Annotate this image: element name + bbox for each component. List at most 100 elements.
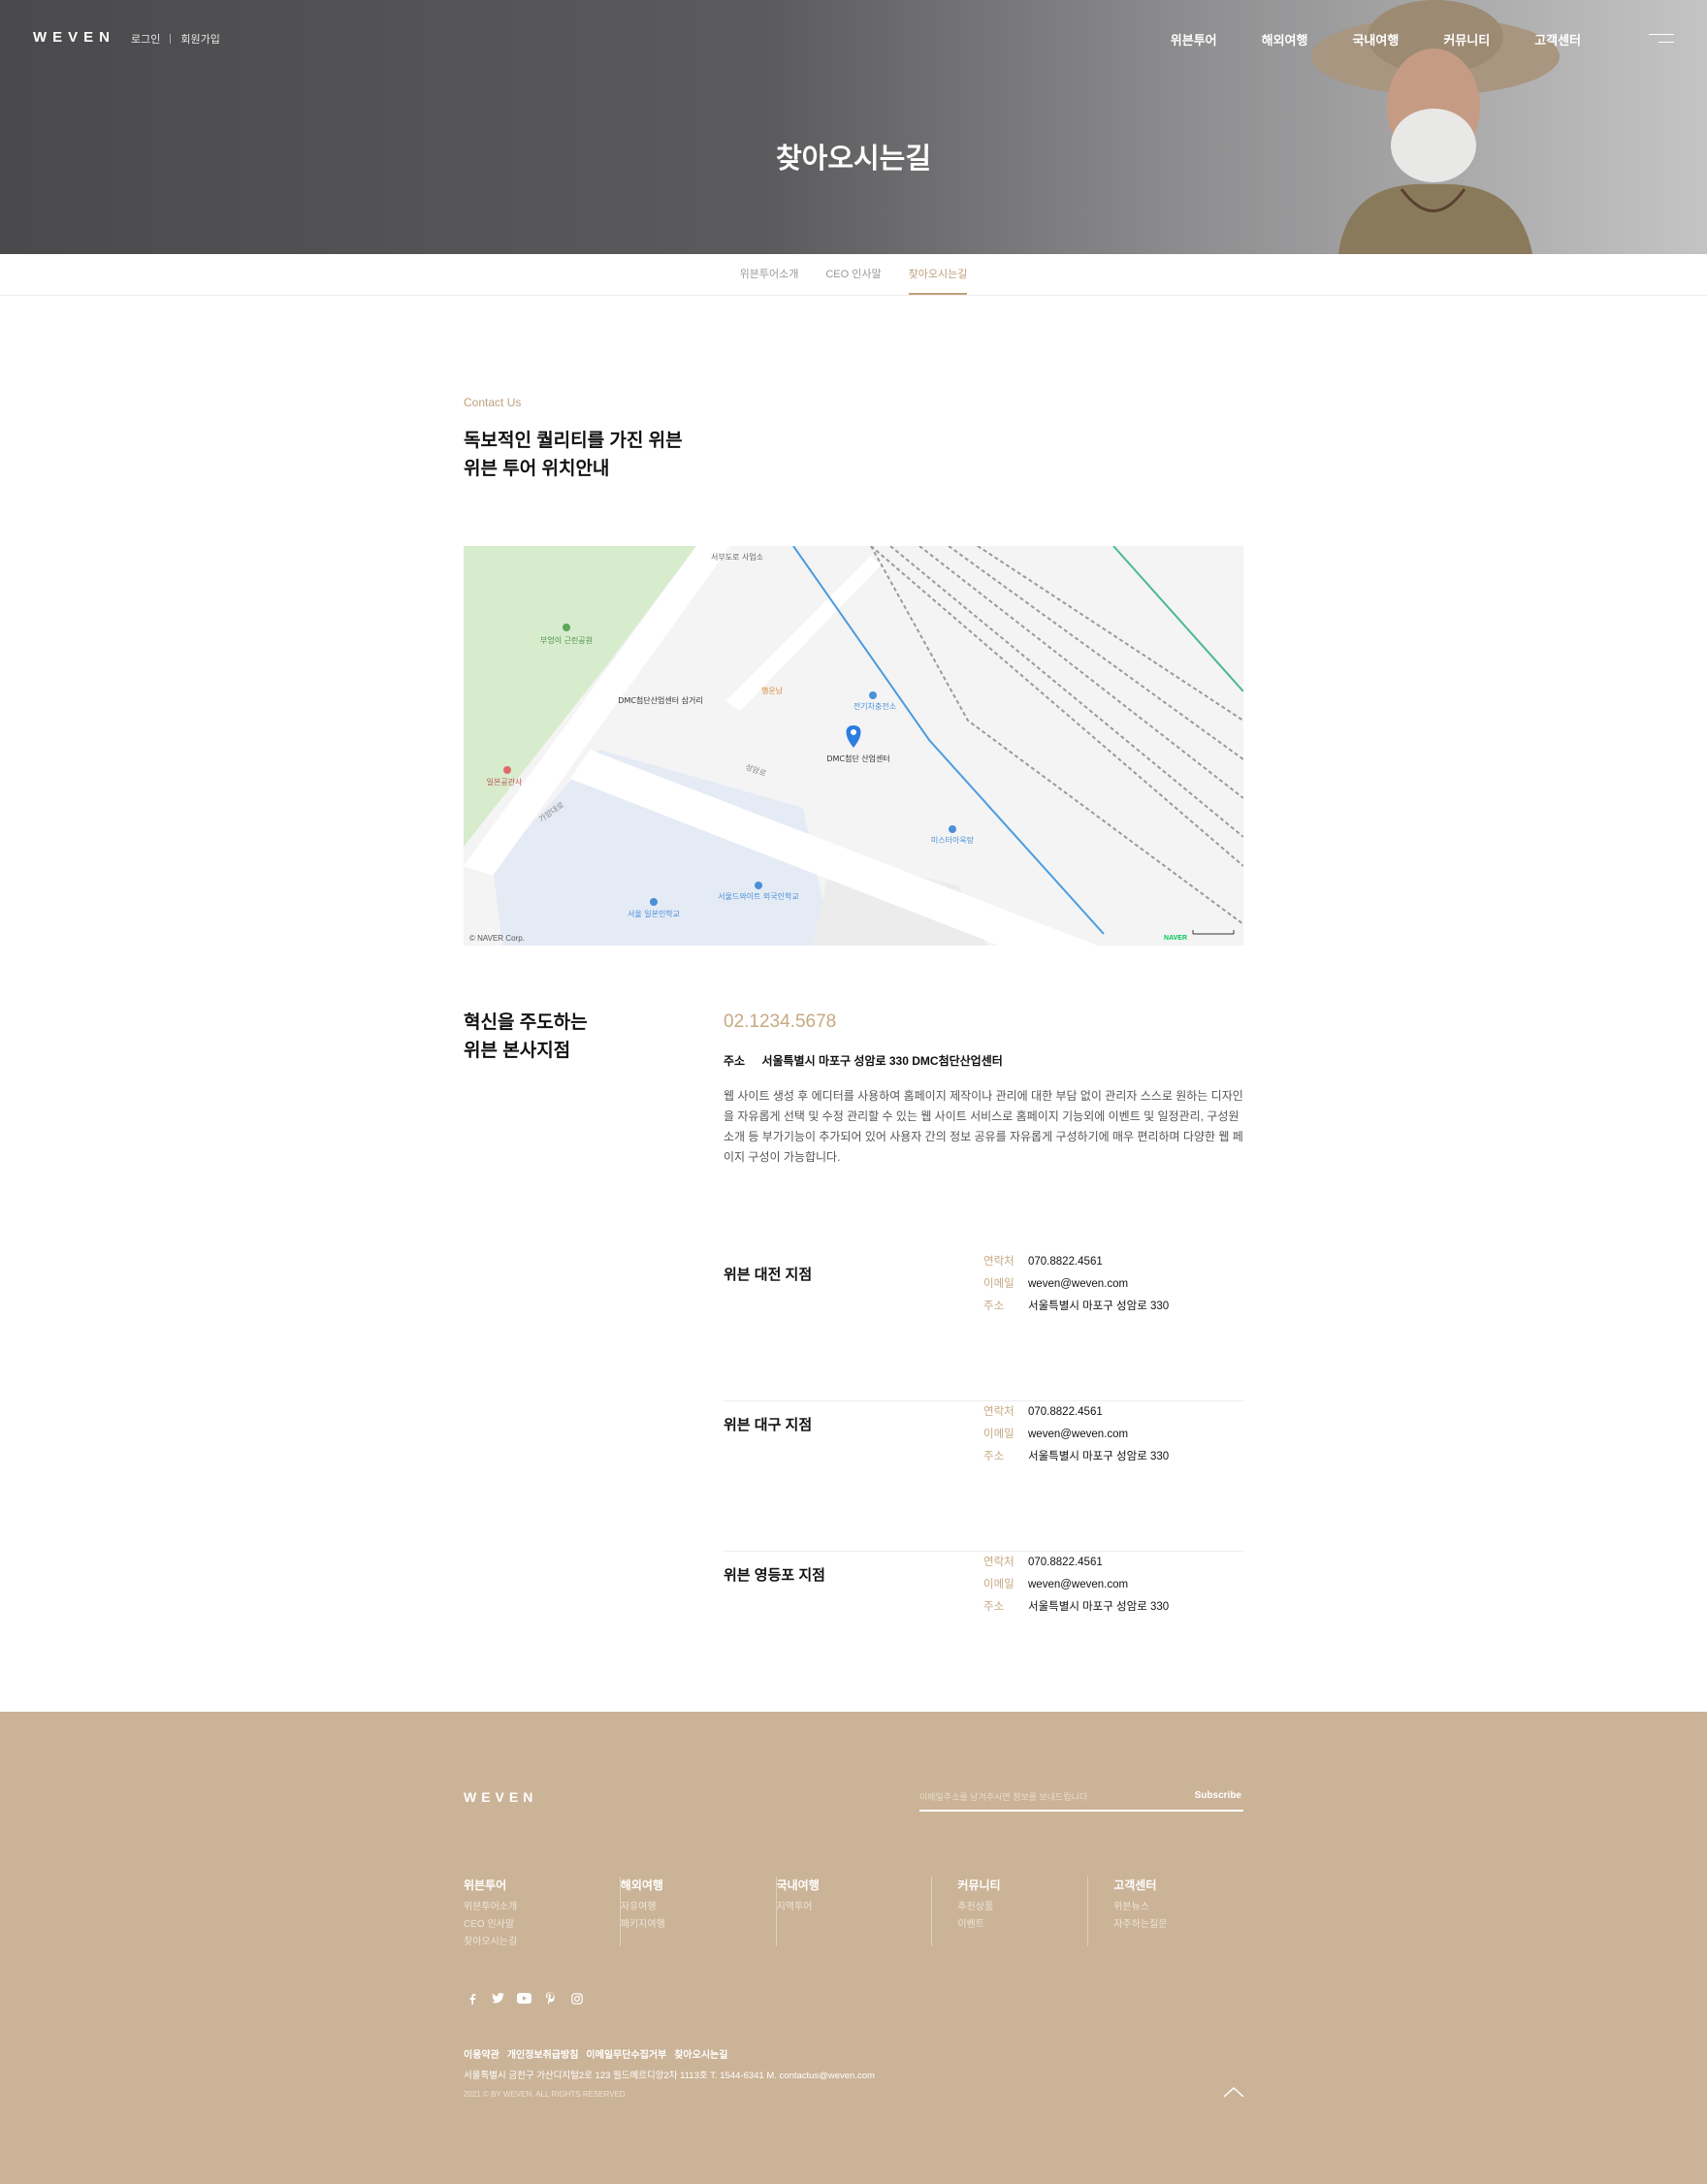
branch-name: 위븐 대전 지점 bbox=[724, 1267, 813, 1283]
footer-link[interactable]: 자유여행 bbox=[621, 1899, 665, 1916]
footer-col-community: 커뮤니티 추천상품 이벤트 bbox=[931, 1877, 1087, 1946]
location-map[interactable]: 부엉이 근린공원 DMC첨단산업센터 삼거리 DMC첨단 산업센터 전기차충전소… bbox=[464, 546, 1243, 946]
nav-item-overseas[interactable]: 해외여행 bbox=[1262, 30, 1308, 48]
footer-logo[interactable]: WEVEN bbox=[464, 1789, 537, 1805]
footer-col-title[interactable]: 해외여행 bbox=[621, 1877, 665, 1893]
divider bbox=[170, 34, 172, 44]
footer-col-title[interactable]: 커뮤니티 bbox=[957, 1877, 1000, 1893]
subscribe-form: Subscribe bbox=[919, 1784, 1243, 1812]
branch-info: 연락처 070.8822.4561 이메일 weven@weven.com 주소 서울… bbox=[983, 1552, 1169, 1619]
footer: WEVEN Subscribe 위븐투어 위븐투어소개 CEO 인사말 찾아오시… bbox=[0, 1712, 1707, 2184]
footer-link[interactable]: 자주하는질문 bbox=[1113, 1916, 1167, 1934]
footer-col-title[interactable]: 국내여행 bbox=[777, 1877, 820, 1893]
addr-label: 주소 bbox=[983, 1301, 1005, 1312]
tel-value[interactable]: 070.8822.4561 bbox=[1028, 1401, 1103, 1424]
hq-address-value: 서울특별시 마포구 성암로 330 DMC첨단산업센터 bbox=[761, 1054, 1003, 1068]
subnav-item-ceo[interactable]: CEO 인사말 bbox=[825, 254, 881, 295]
branch-name: 위븐 대구 지점 bbox=[724, 1417, 813, 1433]
location-link[interactable]: 찾아오시는길 bbox=[674, 2046, 727, 2061]
subscribe-email-input[interactable] bbox=[919, 1784, 1172, 1810]
tel-value[interactable]: 070.8822.4561 bbox=[1028, 1552, 1103, 1574]
email-label: 이메일 bbox=[983, 1579, 1015, 1590]
footer-link[interactable]: 이벤트 bbox=[957, 1916, 1000, 1934]
hero-banner: WEVEN 로그인 회원가입 위븐투어 해외여행 국내여행 커뮤니티 고객센터 … bbox=[0, 0, 1707, 254]
hq-address-label: 주소 bbox=[724, 1054, 746, 1068]
terms-link[interactable]: 이용약관 bbox=[464, 2046, 499, 2061]
addr-label: 주소 bbox=[983, 1451, 1005, 1462]
auth-links: 로그인 회원가입 bbox=[131, 31, 220, 47]
footer-col-overseas: 해외여행 자유여행 패키지여행 bbox=[619, 1877, 776, 1946]
map-brand-logo: NAVER bbox=[1164, 935, 1187, 942]
sub-nav: 위븐투어소개 CEO 인사말 찾아오시는길 bbox=[0, 254, 1707, 296]
hq-title: 혁신을 주도하는 위븐 본사지점 bbox=[464, 1009, 588, 1065]
scroll-top-chevron-up-icon[interactable] bbox=[1222, 2085, 1245, 2099]
logo[interactable]: WEVEN bbox=[33, 29, 115, 46]
map-label-school1: 서울 일본인학교 bbox=[628, 909, 680, 918]
branch-info: 연락처 070.8822.4561 이메일 weven@weven.com 주소 서울… bbox=[983, 1401, 1169, 1468]
footer-link[interactable]: 패키지여행 bbox=[621, 1916, 665, 1934]
footer-link[interactable]: 찾아오시는길 bbox=[464, 1934, 517, 1951]
footer-link[interactable]: 위븐투어소개 bbox=[464, 1899, 517, 1916]
privacy-link[interactable]: 개인정보취급방침 bbox=[507, 2046, 579, 2061]
page-title: 찾아오시는길 bbox=[775, 144, 932, 175]
addr-label: 주소 bbox=[983, 1601, 1005, 1613]
tel-label: 연락처 bbox=[983, 1406, 1015, 1418]
nav-item-domestic[interactable]: 국내여행 bbox=[1352, 30, 1399, 48]
footer-col-domestic: 국내여행 지역투어 bbox=[775, 1877, 932, 1946]
footer-col-weven-tour: 위븐투어 위븐투어소개 CEO 인사말 찾아오시는길 bbox=[464, 1877, 620, 1947]
footer-link[interactable]: CEO 인사말 bbox=[464, 1916, 517, 1934]
pinterest-icon[interactable] bbox=[542, 1990, 559, 2007]
nav-item-community[interactable]: 커뮤니티 bbox=[1443, 30, 1490, 48]
email-refusal-link[interactable]: 이메일무단수집거부 bbox=[586, 2046, 666, 2061]
footer-link[interactable]: 지역투어 bbox=[777, 1899, 820, 1916]
hq-title-line2: 위븐 본사지점 bbox=[464, 1041, 571, 1061]
map-label-office: 서부도로 사업소 bbox=[711, 553, 763, 562]
footer-col-title[interactable]: 고객센터 bbox=[1113, 1877, 1167, 1893]
branch-yeongdeungpo: 위븐 영등포 지점 연락처 070.8822.4561 이메일 weven@weve… bbox=[724, 1552, 1243, 1702]
email-label: 이메일 bbox=[983, 1278, 1015, 1290]
addr-value: 서울특별시 마포구 성암로 330 bbox=[1028, 1301, 1170, 1312]
email-value[interactable]: weven@weven.com bbox=[1028, 1424, 1128, 1446]
hq-phone[interactable]: 02.1234.5678 bbox=[724, 1012, 836, 1033]
nav-item-support[interactable]: 고객센터 bbox=[1534, 30, 1581, 48]
email-value[interactable]: weven@weven.com bbox=[1028, 1574, 1128, 1596]
map-label-cafe: 행운남 bbox=[761, 686, 784, 695]
tel-label: 연락처 bbox=[983, 1557, 1015, 1568]
facebook-icon[interactable] bbox=[464, 1990, 480, 2007]
hq-address: 주소 서울특별시 마포구 성암로 330 DMC첨단산업센터 bbox=[724, 1052, 1003, 1069]
hq-title-line1: 혁신을 주도하는 bbox=[464, 1012, 588, 1033]
subscribe-button[interactable]: Subscribe bbox=[1195, 1790, 1241, 1801]
instagram-icon[interactable] bbox=[568, 1990, 585, 2007]
subnav-item-location[interactable]: 찾아오시는길 bbox=[908, 254, 968, 295]
youtube-icon[interactable] bbox=[516, 1990, 532, 2007]
copyright: 2021 © BY WEVEN. ALL RIGHTS RESERVED bbox=[464, 2090, 626, 2099]
login-link[interactable]: 로그인 bbox=[131, 31, 160, 47]
branch-name: 위븐 영등포 지점 bbox=[724, 1567, 825, 1584]
addr-value: 서울특별시 마포구 성암로 330 bbox=[1028, 1601, 1170, 1613]
nav-item-weven-tour[interactable]: 위븐투어 bbox=[1171, 30, 1217, 48]
subnav-item-intro[interactable]: 위븐투어소개 bbox=[740, 254, 799, 295]
map-label-school2: 서울드와이트 외국인학교 bbox=[718, 891, 799, 901]
addr-value: 서울특별시 마포구 성암로 330 bbox=[1028, 1451, 1170, 1462]
social-links bbox=[464, 1990, 585, 2007]
map-label-park: 부엉이 근린공원 bbox=[540, 635, 593, 645]
email-label: 이메일 bbox=[983, 1429, 1015, 1440]
footer-link[interactable]: 추천상품 bbox=[957, 1899, 1000, 1916]
map-label-police: 일본공관사 bbox=[487, 777, 523, 787]
twitter-icon[interactable] bbox=[490, 1990, 506, 2007]
footer-sitemap: 위븐투어 위븐투어소개 CEO 인사말 찾아오시는길 해외여행 자유여행 패키지… bbox=[464, 1877, 1243, 1947]
map-label-charge: 전기차충전소 bbox=[854, 701, 896, 711]
section-eyebrow: Contact Us bbox=[464, 396, 522, 409]
email-value[interactable]: weven@weven.com bbox=[1028, 1273, 1128, 1296]
tel-value[interactable]: 070.8822.4561 bbox=[1028, 1251, 1103, 1273]
footer-col-title[interactable]: 위븐투어 bbox=[464, 1877, 517, 1893]
footer-link[interactable]: 위븐뉴스 bbox=[1113, 1899, 1167, 1916]
section-title-line1: 독보적인 퀄리티를 가진 위븐 bbox=[464, 431, 683, 451]
map-canvas: 부엉이 근린공원 DMC첨단산업센터 삼거리 DMC첨단 산업센터 전기차충전소… bbox=[464, 546, 1243, 946]
policy-links: 이용약관 개인정보취급방침 이메일무단수집거부 찾아오시는길 bbox=[464, 2046, 727, 2061]
main-nav: 위븐투어 해외여행 국내여행 커뮤니티 고객센터 bbox=[1171, 30, 1581, 48]
tel-label: 연락처 bbox=[983, 1256, 1015, 1268]
hamburger-menu-icon[interactable] bbox=[1649, 32, 1674, 44]
branch-daegu: 위븐 대구 지점 연락처 070.8822.4561 이메일 weven@weven… bbox=[724, 1401, 1243, 1552]
signup-link[interactable]: 회원가입 bbox=[180, 31, 219, 47]
